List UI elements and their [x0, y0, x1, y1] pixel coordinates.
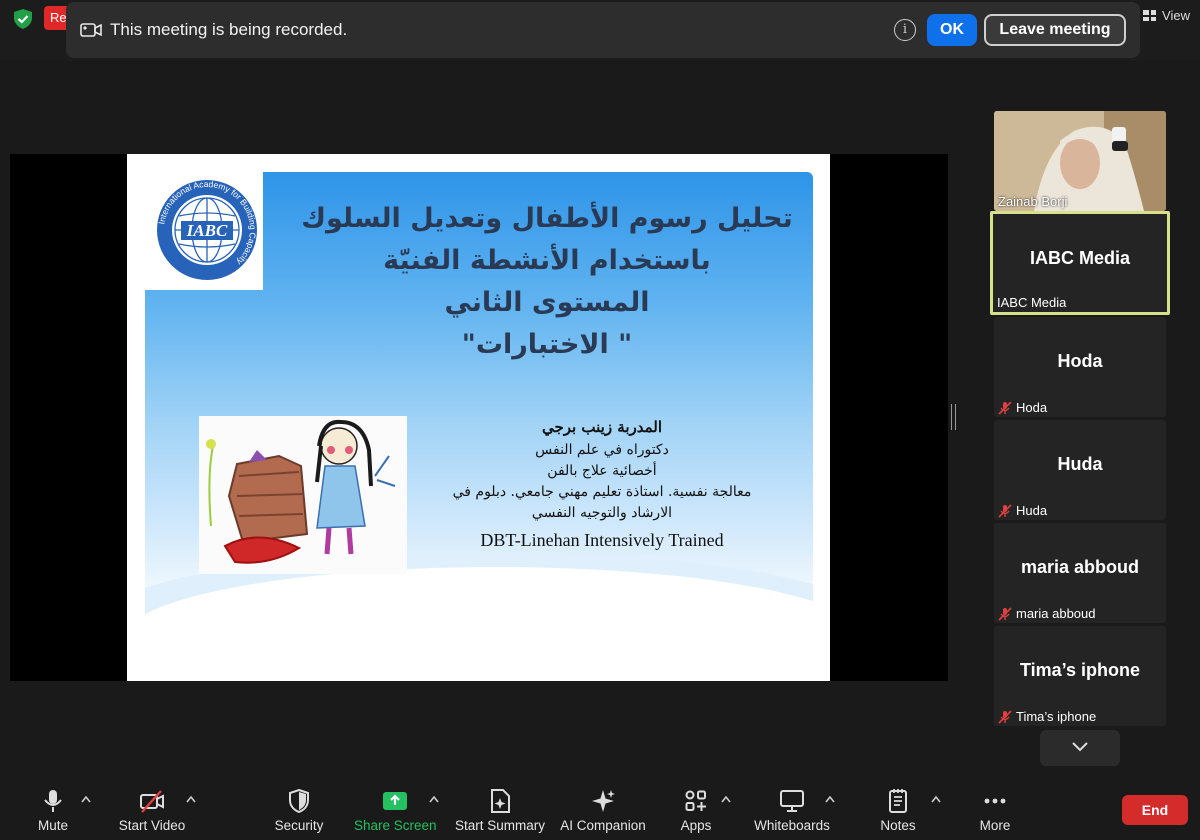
security-button[interactable]: Security [268, 780, 330, 840]
participant-display-name: Tima’s iphone [1019, 660, 1141, 680]
participant-display-name: maria abboud [1020, 557, 1140, 577]
ai-companion-button[interactable]: AI Companion [556, 780, 650, 840]
video-off-icon [140, 790, 164, 813]
trainer-info: المدربة زينب برجي دكتوراه في علم النفس أ… [417, 414, 787, 554]
video-options-caret-icon[interactable] [185, 794, 197, 804]
apps-options-caret-icon[interactable] [720, 794, 732, 804]
whiteboards-options-caret-icon[interactable] [824, 794, 836, 804]
participant-name: maria abboud [1016, 606, 1096, 621]
chevron-down-icon [1072, 742, 1088, 752]
child-drawing-image [199, 416, 407, 574]
share-screen-label: Share Screen [354, 818, 437, 833]
muted-mic-icon [998, 503, 1012, 518]
iabc-logo: IABC International Academy for Building … [145, 172, 263, 290]
start-summary-button[interactable]: Start Summary [452, 780, 548, 840]
muted-mic-icon [998, 709, 1012, 724]
participant-tile-video[interactable]: Zainab Borji [994, 111, 1166, 211]
participant-tile[interactable]: Huda Huda [994, 420, 1166, 520]
logo-text: IABC [186, 221, 228, 240]
trainer-line: معالجة نفسية. استاذة تعليم مهني جامعي. د… [452, 484, 752, 500]
security-label: Security [274, 818, 324, 833]
start-video-label: Start Video [118, 818, 186, 833]
microphone-icon [44, 790, 62, 812]
trainer-line: دكتوراه في علم النفس [535, 442, 669, 458]
trainer-english-line: DBT-Linehan Intensively Trained [480, 530, 724, 550]
whiteboard-icon [780, 790, 804, 812]
mute-options-caret-icon[interactable] [80, 794, 92, 804]
participant-name: Hoda [1016, 400, 1048, 415]
share-screen-icon [383, 792, 407, 810]
notes-icon [889, 789, 907, 813]
title-line: المستوى الثاني [444, 287, 650, 318]
whiteboards-button[interactable]: Whiteboards [750, 780, 834, 840]
info-icon[interactable]: i [894, 19, 916, 41]
notes-button[interactable]: Notes [872, 780, 924, 840]
ai-companion-label: AI Companion [560, 818, 646, 833]
participant-name-label: Huda [998, 503, 1047, 518]
muted-mic-icon [998, 606, 1012, 621]
meeting-toolbar: Mute Start Video Security Share Screen S… [0, 780, 1200, 840]
more-button[interactable]: More [970, 780, 1020, 840]
slide-title: تحليل رسوم الأطفال وتعديل السلوك باستخدا… [297, 198, 797, 366]
scroll-participants-down-button[interactable] [1040, 730, 1120, 766]
participant-name-label: Zainab Borji [998, 194, 1067, 209]
recording-message: This meeting is being recorded. [110, 20, 348, 39]
title-line: " الاختبارات" [461, 329, 633, 360]
trainer-line: أخصائية علاج بالفن [547, 463, 657, 479]
mute-button[interactable]: Mute [22, 780, 84, 840]
participant-tile[interactable]: maria abboud maria abboud [994, 523, 1166, 623]
panel-resize-handle[interactable] [951, 404, 956, 430]
participant-display-name: Hoda [1057, 351, 1103, 371]
more-dots-icon [984, 798, 1006, 804]
participant-name-label: maria abboud [998, 606, 1096, 621]
more-label: More [979, 818, 1011, 833]
top-bar: Re View This meeting is being recorded. … [0, 0, 1200, 60]
participant-display-name: Huda [1057, 454, 1103, 474]
apps-grid-icon [685, 790, 706, 811]
participant-name-label: Hoda [998, 400, 1047, 415]
view-label: View [1162, 8, 1190, 23]
mute-label: Mute [37, 818, 68, 833]
security-shield-icon [289, 788, 309, 814]
participant-tile-active-speaker[interactable]: IABC Media IABC Media [990, 211, 1170, 315]
end-meeting-button[interactable]: End [1122, 795, 1188, 825]
participant-name: Zainab Borji [998, 194, 1068, 209]
participant-name: IABC Media [997, 295, 1067, 310]
notes-options-caret-icon[interactable] [930, 794, 942, 804]
participant-name: Tima’s iphone [1016, 709, 1097, 724]
trainer-name: المدربة زينب برجي [541, 418, 663, 436]
leave-meeting-button[interactable]: Leave meeting [984, 14, 1126, 46]
presentation-slide: IABC International Academy for Building … [127, 154, 830, 681]
participant-tile[interactable]: Tima’s iphone Tima’s iphone [994, 626, 1166, 726]
start-summary-label: Start Summary [454, 818, 546, 833]
whiteboards-label: Whiteboards [754, 818, 830, 833]
muted-mic-icon [998, 400, 1012, 415]
start-video-button[interactable]: Start Video [112, 780, 192, 840]
recording-camera-icon [80, 23, 102, 37]
recording-indicator-label: Re [50, 10, 67, 25]
notes-label: Notes [880, 818, 916, 833]
apps-button[interactable]: Apps [670, 780, 722, 840]
ai-sparkle-icon [592, 790, 615, 812]
participant-display-name: IABC Media [1029, 248, 1130, 268]
title-line: تحليل رسوم الأطفال وتعديل السلوك [301, 203, 793, 234]
participant-name-label: Tima’s iphone [998, 709, 1096, 724]
view-button[interactable]: View [1143, 8, 1190, 23]
apps-label: Apps [680, 818, 712, 833]
summary-icon [491, 789, 510, 813]
grid-view-icon [1143, 10, 1157, 21]
participant-tile[interactable]: Hoda Hoda [994, 317, 1166, 417]
participant-name: Huda [1016, 503, 1048, 518]
share-screen-button[interactable]: Share Screen [354, 780, 437, 840]
recording-banner: This meeting is being recorded. i OK Lea… [66, 2, 1140, 58]
encryption-shield-icon[interactable] [12, 8, 34, 30]
ok-button[interactable]: OK [927, 14, 977, 46]
share-options-caret-icon[interactable] [428, 794, 440, 804]
title-line: باستخدام الأنشطة الفنيّة [383, 245, 711, 276]
participant-name-label: IABC Media [997, 295, 1066, 310]
trainer-line: الارشاد والتوجيه النفسي [531, 505, 673, 521]
